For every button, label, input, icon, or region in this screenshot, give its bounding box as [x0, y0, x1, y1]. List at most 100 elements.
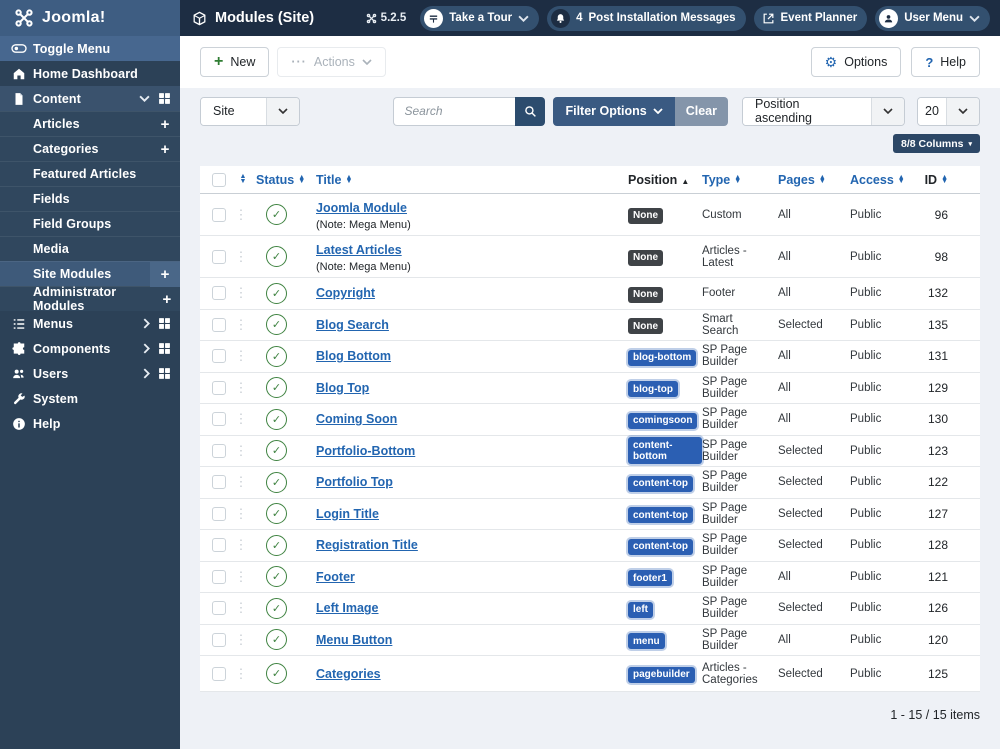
module-title-link[interactable]: Copyright [316, 286, 375, 300]
position-badge[interactable]: pagebuilder [628, 666, 695, 683]
row-checkbox[interactable] [212, 601, 226, 616]
status-header[interactable]: Status ▲ ▼ [256, 173, 316, 187]
type-header[interactable]: Type ▲ ▼ [702, 173, 778, 187]
position-badge[interactable]: content-bottom [628, 437, 702, 465]
actions-button[interactable]: ··· Actions [277, 47, 386, 77]
list-limit-select[interactable]: 20 [917, 96, 980, 126]
status-published-icon[interactable]: ✓ [266, 566, 287, 588]
status-published-icon[interactable]: ✓ [266, 282, 287, 304]
sidebar-item-home-dashboard[interactable]: Home Dashboard [0, 61, 180, 86]
module-title-link[interactable]: Left Image [316, 601, 379, 615]
row-checkbox[interactable] [212, 632, 226, 647]
status-published-icon[interactable]: ✓ [266, 408, 287, 430]
row-checkbox[interactable] [212, 207, 226, 222]
plus-icon[interactable]: + [150, 261, 180, 287]
status-published-icon[interactable]: ✓ [266, 597, 287, 619]
drag-handle-icon[interactable]: ⋮ [226, 380, 256, 396]
module-title-link[interactable]: Blog Search [316, 318, 389, 332]
module-title-link[interactable]: Latest Articles [316, 243, 402, 257]
row-checkbox[interactable] [212, 349, 226, 364]
status-published-icon[interactable]: ✓ [266, 345, 287, 367]
help-button[interactable]: ? Help [911, 47, 980, 77]
status-published-icon[interactable]: ✓ [266, 440, 287, 462]
status-published-icon[interactable]: ✓ [266, 471, 287, 493]
position-badge[interactable]: blog-bottom [628, 349, 697, 366]
version-indicator[interactable]: 5.2.5 [366, 12, 406, 24]
status-published-icon[interactable]: ✓ [266, 663, 287, 684]
drag-handle-icon[interactable]: ⋮ [226, 249, 256, 265]
status-published-icon[interactable]: ✓ [266, 629, 287, 651]
row-checkbox[interactable] [212, 286, 226, 301]
row-checkbox[interactable] [212, 538, 226, 553]
row-checkbox[interactable] [212, 569, 226, 584]
module-title-link[interactable]: Registration Title [316, 538, 418, 552]
sort-select[interactable]: Position ascending [742, 96, 905, 126]
module-title-link[interactable]: Footer [316, 570, 355, 584]
position-badge[interactable]: content-top [628, 475, 693, 492]
module-title-link[interactable]: Blog Bottom [316, 349, 391, 363]
take-a-tour-button[interactable]: Take a Tour [420, 5, 540, 31]
status-published-icon[interactable]: ✓ [266, 534, 287, 556]
drag-handle-icon[interactable]: ⋮ [226, 474, 256, 490]
drag-handle-icon[interactable]: ⋮ [226, 666, 256, 682]
row-checkbox[interactable] [212, 506, 226, 521]
status-published-icon[interactable]: ✓ [266, 246, 287, 267]
drag-handle-icon[interactable]: ⋮ [226, 537, 256, 553]
clear-button[interactable]: Clear [674, 96, 728, 126]
sidebar-item-administrator-modules[interactable]: Administrator Modules + [0, 285, 180, 313]
sidebar-item-categories[interactable]: Categories + [0, 136, 180, 161]
sidebar-item-content[interactable]: Content [0, 86, 180, 111]
row-checkbox[interactable] [212, 666, 226, 681]
position-badge[interactable]: content-top [628, 538, 693, 555]
module-title-link[interactable]: Blog Top [316, 381, 369, 395]
post-installation-messages-button[interactable]: 4 Post Installation Messages [547, 5, 746, 31]
ordering-sort-header[interactable]: ▲ ▼ [226, 173, 256, 184]
position-badge[interactable]: comingsoon [628, 412, 698, 429]
position-badge[interactable]: None [628, 318, 663, 334]
row-checkbox[interactable] [212, 443, 226, 458]
position-badge[interactable]: footer1 [628, 570, 672, 586]
module-title-link[interactable]: Portfolio-Bottom [316, 444, 415, 458]
sidebar-item-media[interactable]: Media [0, 236, 180, 261]
status-published-icon[interactable]: ✓ [266, 204, 287, 225]
access-header[interactable]: Access ▲ ▼ [850, 173, 922, 187]
select-all-checkbox[interactable] [212, 172, 226, 187]
drag-handle-icon[interactable]: ⋮ [226, 506, 256, 522]
grid-icon[interactable] [158, 317, 171, 330]
position-badge[interactable]: None [628, 286, 663, 303]
drag-handle-icon[interactable]: ⋮ [226, 317, 256, 333]
sidebar-item-users[interactable]: Users [0, 361, 180, 386]
position-badge[interactable]: left [628, 601, 653, 618]
sidebar-item-field-groups[interactable]: Field Groups [0, 211, 180, 236]
sidebar-item-site-modules[interactable]: Site Modules + [0, 261, 180, 287]
drag-handle-icon[interactable]: ⋮ [226, 569, 256, 585]
module-title-link[interactable]: Portfolio Top [316, 475, 393, 489]
sidebar-item-fields[interactable]: Fields [0, 186, 180, 211]
sidebar-item-menus[interactable]: Menus [0, 311, 180, 336]
filter-options-button[interactable]: Filter Options [553, 96, 675, 126]
joomla-logo[interactable]: Joomla! [0, 0, 180, 36]
position-badge[interactable]: None [628, 249, 663, 266]
module-title-link[interactable]: Menu Button [316, 633, 392, 647]
drag-handle-icon[interactable]: ⋮ [226, 632, 256, 648]
drag-handle-icon[interactable]: ⋮ [226, 600, 256, 616]
row-checkbox[interactable] [212, 249, 226, 264]
drag-handle-icon[interactable]: ⋮ [226, 411, 256, 427]
module-title-link[interactable]: Joomla Module [316, 201, 407, 215]
sidebar-item-help[interactable]: Help [0, 411, 180, 436]
status-published-icon[interactable]: ✓ [266, 314, 287, 336]
position-badge[interactable]: menu [628, 633, 665, 649]
drag-handle-icon[interactable]: ⋮ [226, 207, 256, 223]
row-checkbox[interactable] [212, 475, 226, 490]
client-select[interactable]: Site [200, 96, 300, 126]
sidebar-item-featured-articles[interactable]: Featured Articles [0, 161, 180, 186]
status-published-icon[interactable]: ✓ [266, 377, 287, 399]
status-published-icon[interactable]: ✓ [266, 503, 287, 525]
sidebar-item-components[interactable]: Components [0, 336, 180, 361]
grid-icon[interactable] [158, 367, 171, 380]
pages-header[interactable]: Pages ▲ ▼ [778, 173, 850, 187]
plus-icon[interactable]: + [150, 112, 180, 137]
grid-icon[interactable] [158, 342, 171, 355]
title-header[interactable]: Title ▲ ▼ [316, 173, 628, 187]
id-header[interactable]: ID ▲ ▼ [922, 173, 962, 187]
